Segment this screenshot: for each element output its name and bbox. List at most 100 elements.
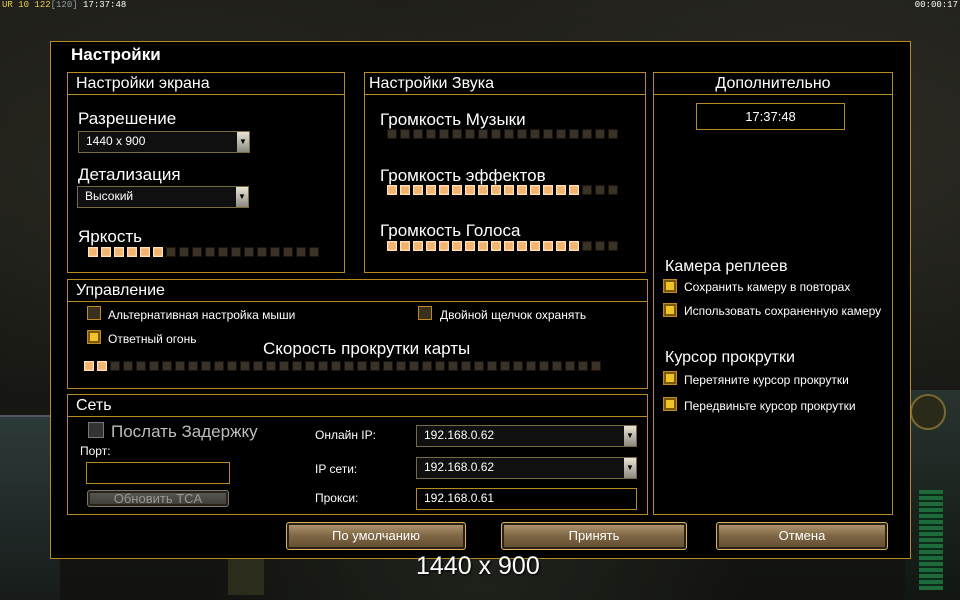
slider-segment[interactable] bbox=[318, 361, 328, 371]
slider-segment[interactable] bbox=[296, 247, 306, 257]
accept-button[interactable]: Принять bbox=[501, 522, 687, 550]
slider-segment[interactable] bbox=[478, 185, 488, 195]
lan-ip-dropdown[interactable]: 192.168.0.62 ▼ bbox=[416, 457, 637, 479]
slider-segment[interactable] bbox=[344, 361, 354, 371]
slider-segment[interactable] bbox=[491, 185, 501, 195]
chevron-down-icon[interactable]: ▼ bbox=[236, 187, 248, 207]
slider-segment[interactable] bbox=[439, 185, 449, 195]
slider-segment[interactable] bbox=[179, 247, 189, 257]
slider-segment[interactable] bbox=[539, 361, 549, 371]
slider-segment[interactable] bbox=[175, 361, 185, 371]
slider-segment[interactable] bbox=[166, 247, 176, 257]
slider-segment[interactable] bbox=[426, 241, 436, 251]
slider-segment[interactable] bbox=[192, 247, 202, 257]
proxy-input[interactable]: 192.168.0.61 bbox=[416, 488, 637, 510]
slider-segment[interactable] bbox=[140, 247, 150, 257]
slider-segment[interactable] bbox=[439, 129, 449, 139]
update-tca-button[interactable]: Обновить TCA bbox=[87, 490, 229, 507]
slider-segment[interactable] bbox=[461, 361, 471, 371]
slider-segment[interactable] bbox=[452, 185, 462, 195]
slider-segment[interactable] bbox=[582, 241, 592, 251]
slider-segment[interactable] bbox=[608, 241, 618, 251]
double-click-checkbox[interactable] bbox=[418, 306, 432, 320]
chevron-down-icon[interactable]: ▼ bbox=[624, 426, 636, 446]
slider-segment[interactable] bbox=[556, 185, 566, 195]
slider-segment[interactable] bbox=[439, 241, 449, 251]
slider-segment[interactable] bbox=[530, 185, 540, 195]
slider-segment[interactable] bbox=[331, 361, 341, 371]
slider-segment[interactable] bbox=[283, 247, 293, 257]
slider-segment[interactable] bbox=[188, 361, 198, 371]
slider-segment[interactable] bbox=[149, 361, 159, 371]
port-input[interactable] bbox=[86, 462, 230, 484]
slider-segment[interactable] bbox=[305, 361, 315, 371]
slider-segment[interactable] bbox=[370, 361, 380, 371]
slider-segment[interactable] bbox=[387, 129, 397, 139]
slider-segment[interactable] bbox=[491, 241, 501, 251]
effects-volume-slider[interactable] bbox=[387, 185, 618, 195]
slider-segment[interactable] bbox=[292, 361, 302, 371]
slider-segment[interactable] bbox=[448, 361, 458, 371]
slider-segment[interactable] bbox=[214, 361, 224, 371]
slider-segment[interactable] bbox=[309, 247, 319, 257]
slider-segment[interactable] bbox=[478, 129, 488, 139]
slider-segment[interactable] bbox=[240, 361, 250, 371]
slider-segment[interactable] bbox=[543, 185, 553, 195]
slider-segment[interactable] bbox=[556, 129, 566, 139]
slider-segment[interactable] bbox=[110, 361, 120, 371]
scroll-speed-slider[interactable] bbox=[84, 361, 601, 371]
slider-segment[interactable] bbox=[465, 241, 475, 251]
scroll-drag-checkbox[interactable] bbox=[663, 371, 677, 385]
slider-segment[interactable] bbox=[413, 185, 423, 195]
slider-segment[interactable] bbox=[478, 241, 488, 251]
slider-segment[interactable] bbox=[565, 361, 575, 371]
slider-segment[interactable] bbox=[582, 185, 592, 195]
slider-segment[interactable] bbox=[595, 129, 605, 139]
slider-segment[interactable] bbox=[413, 241, 423, 251]
slider-segment[interactable] bbox=[205, 247, 215, 257]
chevron-down-icon[interactable]: ▼ bbox=[237, 132, 249, 152]
slider-segment[interactable] bbox=[201, 361, 211, 371]
slider-segment[interactable] bbox=[88, 247, 98, 257]
slider-segment[interactable] bbox=[383, 361, 393, 371]
slider-segment[interactable] bbox=[136, 361, 146, 371]
slider-segment[interactable] bbox=[504, 185, 514, 195]
slider-segment[interactable] bbox=[465, 185, 475, 195]
replay-save-checkbox[interactable] bbox=[663, 279, 677, 293]
slider-segment[interactable] bbox=[123, 361, 133, 371]
slider-segment[interactable] bbox=[97, 361, 107, 371]
slider-segment[interactable] bbox=[500, 361, 510, 371]
slider-segment[interactable] bbox=[127, 247, 137, 257]
slider-segment[interactable] bbox=[231, 247, 241, 257]
slider-segment[interactable] bbox=[400, 241, 410, 251]
slider-segment[interactable] bbox=[257, 247, 267, 257]
slider-segment[interactable] bbox=[595, 241, 605, 251]
slider-segment[interactable] bbox=[84, 361, 94, 371]
slider-segment[interactable] bbox=[400, 129, 410, 139]
slider-segment[interactable] bbox=[101, 247, 111, 257]
slider-segment[interactable] bbox=[452, 241, 462, 251]
slider-segment[interactable] bbox=[422, 361, 432, 371]
slider-segment[interactable] bbox=[591, 361, 601, 371]
scroll-move-checkbox[interactable] bbox=[663, 397, 677, 411]
slider-segment[interactable] bbox=[517, 241, 527, 251]
slider-segment[interactable] bbox=[513, 361, 523, 371]
slider-segment[interactable] bbox=[270, 247, 280, 257]
slider-segment[interactable] bbox=[396, 361, 406, 371]
online-ip-dropdown[interactable]: 192.168.0.62 ▼ bbox=[416, 425, 637, 447]
resolution-dropdown[interactable]: 1440 x 900 ▼ bbox=[78, 131, 250, 153]
slider-segment[interactable] bbox=[426, 129, 436, 139]
slider-segment[interactable] bbox=[409, 361, 419, 371]
slider-segment[interactable] bbox=[279, 361, 289, 371]
slider-segment[interactable] bbox=[569, 241, 579, 251]
slider-segment[interactable] bbox=[517, 185, 527, 195]
slider-segment[interactable] bbox=[114, 247, 124, 257]
slider-segment[interactable] bbox=[400, 185, 410, 195]
slider-segment[interactable] bbox=[552, 361, 562, 371]
slider-segment[interactable] bbox=[504, 241, 514, 251]
alt-mouse-checkbox[interactable] bbox=[87, 306, 101, 320]
music-volume-slider[interactable] bbox=[387, 129, 618, 139]
send-delay-checkbox[interactable] bbox=[88, 422, 104, 438]
slider-segment[interactable] bbox=[253, 361, 263, 371]
slider-segment[interactable] bbox=[491, 129, 501, 139]
